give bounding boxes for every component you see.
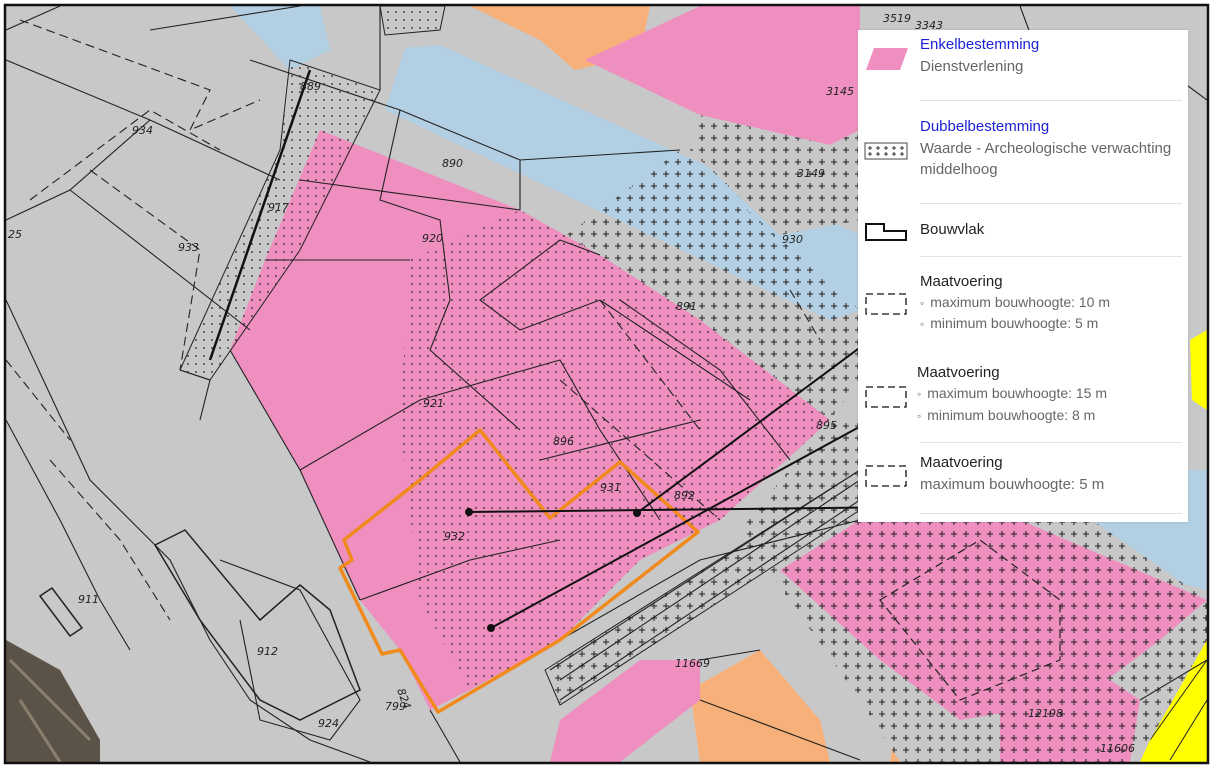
parcel-label: 895 xyxy=(816,419,837,432)
parcel-label: 924 xyxy=(318,717,339,730)
map-view[interactable]: 934 933 25 889 890 917 920 921 896 931 8… xyxy=(0,0,1213,768)
legend-maat2-item: maximum bouwhoogte: 15 m xyxy=(917,385,1107,401)
parcel-label: 932 xyxy=(444,530,465,543)
cross-hatch-icon xyxy=(864,142,908,160)
legend-enkel-title: Enkelbestemming xyxy=(920,36,1040,53)
parcel-label: 920 xyxy=(422,232,443,245)
legend-maat2-title: Maatvoering xyxy=(917,364,1000,381)
leader-dot xyxy=(633,509,641,517)
parcel-label: 25 xyxy=(8,228,22,241)
legend-bouwvlak-title: Bouwvlak xyxy=(920,221,985,238)
parcel-label: 891 xyxy=(676,300,697,313)
parcel-label: 3145 xyxy=(826,85,854,98)
legend-maat1-item: minimum bouwhoogte: 5 m xyxy=(920,315,1098,331)
legend-dubbel-line1: Waarde - Archeologische verwachting xyxy=(920,140,1172,157)
leader-dot xyxy=(465,508,473,516)
dashed-rect-icon xyxy=(865,386,907,408)
leader-dot xyxy=(487,624,495,632)
legend-divider xyxy=(920,256,1182,257)
parcel-label: 3149 xyxy=(797,167,825,180)
legend-maat1-title: Maatvoering xyxy=(920,273,1003,290)
parcel-label: 934 xyxy=(132,124,153,137)
legend-divider xyxy=(920,513,1182,514)
parcel-label: 911 xyxy=(78,593,99,606)
legend-enkel-subtitle: Dienstverlening xyxy=(920,58,1024,75)
parcel-label: 912 xyxy=(257,645,278,658)
legend-maat3-title: Maatvoering xyxy=(920,454,1003,471)
parcel-label: 933 xyxy=(178,241,199,254)
legend-divider xyxy=(920,203,1182,204)
parcel-label: 889 xyxy=(300,80,321,93)
legend-divider xyxy=(920,100,1182,101)
parcel-label: 892 xyxy=(674,489,695,502)
dashed-rect-icon xyxy=(865,465,907,487)
parcel-label: 11606 xyxy=(1100,742,1135,755)
parcel-label: 930 xyxy=(782,233,803,246)
parcel-label: 890 xyxy=(442,157,463,170)
bouwvlak-icon xyxy=(865,223,907,241)
dotted-strip-top xyxy=(379,6,446,36)
parcel-label: 3519 xyxy=(883,12,911,25)
legend-dubbel-line2: middelhoog xyxy=(920,161,998,178)
parcel-label: 896 xyxy=(553,435,574,448)
legend-divider xyxy=(920,442,1182,443)
legend-maat1-item: maximum bouwhoogte: 10 m xyxy=(920,294,1110,310)
legend-maat2-item: minimum bouwhoogte: 8 m xyxy=(917,407,1095,423)
yellow-plot-1 xyxy=(1190,330,1207,410)
parcel-label: 931 xyxy=(600,481,621,494)
parcel-label: 917 xyxy=(268,201,289,214)
parcel-label: 11669 xyxy=(675,657,710,670)
pink-swatch-icon xyxy=(866,48,908,70)
parcel-label: 921 xyxy=(423,397,444,410)
legend-panel: Enkelbestemming Dienstverlening Dubbelbe… xyxy=(858,30,1188,522)
legend-maat3-text: maximum bouwhoogte: 5 m xyxy=(920,476,1105,493)
legend-dubbel-title: Dubbelbestemming xyxy=(920,118,1050,135)
dashed-rect-icon xyxy=(865,293,907,315)
parcel-label: 12198 xyxy=(1028,707,1063,720)
